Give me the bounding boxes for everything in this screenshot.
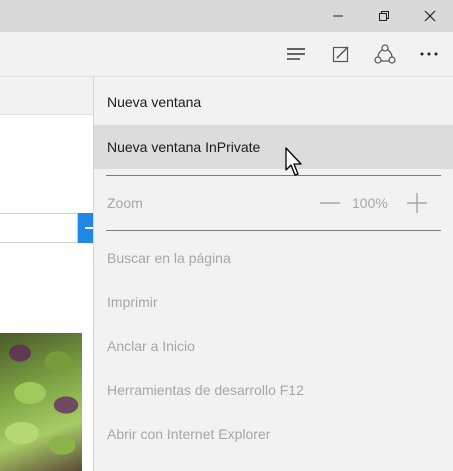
page-header-strip [0, 77, 93, 115]
minus-icon [320, 202, 340, 204]
page-search-button[interactable] [78, 213, 93, 243]
page-search-input[interactable] [0, 213, 78, 243]
zoom-in-button[interactable] [405, 193, 429, 213]
web-note-button[interactable] [319, 32, 363, 76]
menu-item-dev-tools[interactable]: Herramientas de desarrollo F12 [94, 368, 453, 412]
web-note-icon [332, 46, 349, 63]
menu-item-new-inprivate-window[interactable]: Nueva ventana InPrivate [94, 125, 453, 169]
more-button[interactable] [407, 32, 451, 76]
more-actions-menu: Nueva ventana Nueva ventana InPrivate Zo… [93, 77, 453, 471]
plus-icon [407, 193, 427, 213]
title-bar [0, 0, 453, 32]
minimize-icon [333, 15, 343, 17]
hub-button[interactable] [274, 32, 318, 76]
menu-separator [106, 175, 441, 176]
close-button[interactable] [407, 0, 453, 32]
mouse-cursor-icon [285, 147, 302, 176]
zoom-value: 100% [352, 195, 388, 211]
hub-icon [287, 48, 305, 60]
browser-toolbar [0, 32, 453, 77]
menu-item-pin-to-start[interactable]: Anclar a Inicio [94, 324, 453, 368]
zoom-row: Zoom 100% [94, 181, 453, 225]
share-button[interactable] [363, 32, 407, 76]
menu-item-new-window[interactable]: Nueva ventana [94, 80, 453, 124]
zoom-label: Zoom [107, 195, 143, 211]
menu-item-open-with-ie[interactable]: Abrir con Internet Explorer [94, 412, 453, 456]
zoom-out-button[interactable] [318, 193, 342, 213]
share-icon [374, 44, 396, 64]
close-icon [424, 10, 436, 22]
menu-separator [106, 230, 441, 231]
menu-item-find-on-page[interactable]: Buscar en la página [94, 236, 453, 280]
restore-button[interactable] [361, 0, 407, 32]
minimize-button[interactable] [315, 0, 361, 32]
more-icon [420, 52, 438, 56]
lettuce-photo [0, 333, 82, 471]
menu-item-print[interactable]: Imprimir [94, 280, 453, 324]
restore-icon [379, 11, 389, 21]
web-page-content [0, 77, 93, 471]
